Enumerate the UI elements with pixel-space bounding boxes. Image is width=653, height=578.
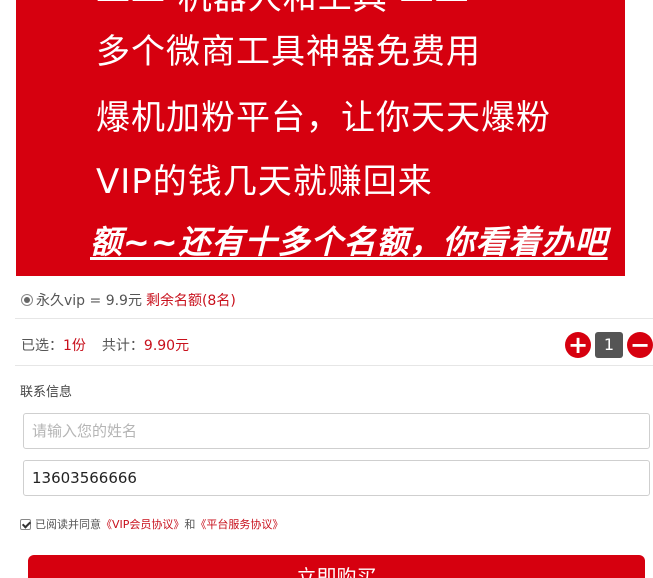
quantity-value[interactable]: 1 xyxy=(595,332,623,358)
banner-line-tools: 多个微商工具神器免费用 xyxy=(96,32,481,72)
selected-label: 已选： xyxy=(21,338,63,354)
promo-banner: —— 机器人和工具 —— 多个微商工具神器免费用 爆机加粉平台，让你天天爆粉 V… xyxy=(16,0,625,276)
banner-line-top: —— 机器人和工具 —— xyxy=(96,0,470,18)
minus-icon[interactable]: − xyxy=(627,332,653,358)
remaining-quota: 剩余名额(8名) xyxy=(145,293,236,309)
agreement-and: 和 xyxy=(184,518,196,531)
banner-line-quota: 额~~还有十多个名额，你看着办吧 xyxy=(90,223,608,261)
agreement-row: 已阅读并同意 《VIP会员协议》 和 《平台服务协议》 xyxy=(20,516,283,532)
quantity-stepper: + 1 − xyxy=(565,332,653,358)
vip-agreement-link[interactable]: 《VIP会员协议》 xyxy=(101,516,184,532)
banner-line-vip: VIP的钱几天就赚回来 xyxy=(96,162,433,202)
phone-input[interactable] xyxy=(23,460,650,496)
order-summary-row: 已选： 1份 共计： 9.90元 + 1 − xyxy=(15,325,653,366)
contact-info-title: 联系信息 xyxy=(20,385,73,400)
vip-option-radio[interactable] xyxy=(21,294,33,306)
banner-line-fans: 爆机加粉平台，让你天天爆粉 xyxy=(96,98,551,138)
agreement-checkbox[interactable] xyxy=(20,518,31,530)
name-input[interactable] xyxy=(23,413,650,449)
purchase-page: —— 机器人和工具 —— 多个微商工具神器免费用 爆机加粉平台，让你天天爆粉 V… xyxy=(0,0,653,578)
vip-option-label: 永久vip = 9.9元 xyxy=(36,293,142,309)
vip-option-row[interactable]: 永久vip = 9.9元 剩余名额(8名) xyxy=(15,282,653,319)
buy-now-button[interactable]: 立即购买 xyxy=(28,555,645,578)
total-label: 共计： xyxy=(101,338,144,354)
selected-count: 1份 xyxy=(63,338,86,354)
agreement-prefix: 已阅读并同意 xyxy=(35,518,101,531)
plus-icon[interactable]: + xyxy=(565,332,591,358)
platform-agreement-link[interactable]: 《平台服务协议》 xyxy=(195,516,283,532)
total-value: 9.90元 xyxy=(143,338,190,354)
